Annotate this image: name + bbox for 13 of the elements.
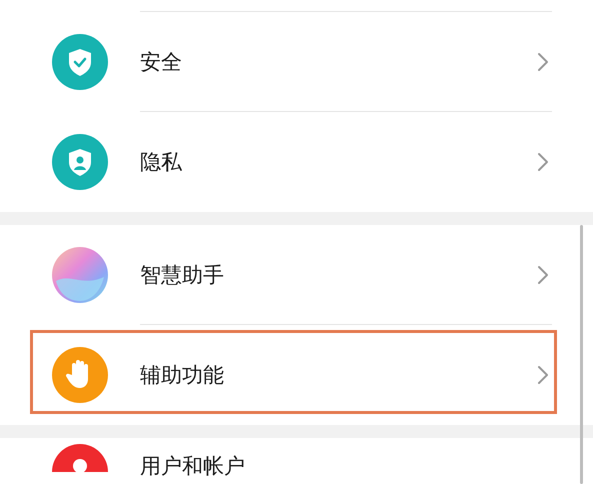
shield-check-icon — [52, 34, 108, 90]
menu-item-label[interactable]: 用户和帐户 — [140, 453, 549, 479]
hand-icon — [52, 347, 108, 403]
chevron-right-icon — [537, 52, 549, 72]
menu-item-label[interactable]: 辅助功能 — [140, 362, 537, 388]
orb-icon — [52, 247, 108, 303]
menu-item-label[interactable]: 智慧助手 — [140, 262, 537, 288]
chevron-right-icon — [537, 152, 549, 172]
menu-item-label[interactable]: 隐私 — [140, 149, 537, 175]
shield-person-icon — [52, 134, 108, 190]
menu-item-label[interactable]: 安全 — [140, 49, 537, 75]
chevron-right-icon — [537, 265, 549, 285]
chevron-right-icon — [537, 365, 549, 385]
